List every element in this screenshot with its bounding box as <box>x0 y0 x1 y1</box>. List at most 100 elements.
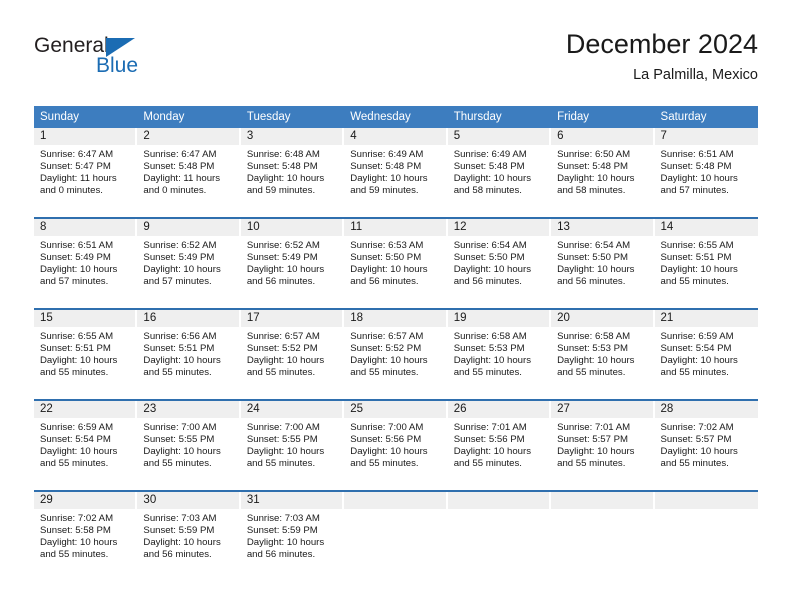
day-number: 4 <box>344 128 446 145</box>
day-cell-17[interactable]: 17 Sunrise: 6:57 AM Sunset: 5:52 PM Dayligh… <box>240 310 345 399</box>
week-row: 22 Sunrise: 6:59 AM Sunset: 5:54 PM Dayligh… <box>34 399 758 490</box>
day-details <box>448 509 549 513</box>
day-cell-empty <box>344 492 448 581</box>
day-number: 30 <box>137 492 239 509</box>
daylight-text-line2: and 56 minutes. <box>246 276 316 288</box>
day-cell-12[interactable]: 12 Sunrise: 6:54 AM Sunset: 5:50 PM Dayligh… <box>447 219 552 308</box>
day-number: 13 <box>551 219 653 236</box>
day-cell-24[interactable]: 24 Sunrise: 7:00 AM Sunset: 5:55 PM Dayligh… <box>240 401 345 490</box>
sunrise-text: Sunrise: 6:51 AM <box>660 149 734 160</box>
day-number <box>654 492 758 509</box>
daylight-text-line1: Daylight: 10 hours <box>246 446 325 458</box>
daylight-text-line1: Daylight: 10 hours <box>246 355 325 367</box>
sunrise-text: Sunrise: 7:03 AM <box>143 513 217 524</box>
day-details: Sunrise: 7:00 AM Sunset: 5:55 PM Daylight:… <box>137 418 238 470</box>
day-number: 20 <box>551 310 653 327</box>
weekday-header-saturday: Saturday <box>660 111 707 123</box>
day-cell-16[interactable]: 16 Sunrise: 6:56 AM Sunset: 5:51 PM Dayligh… <box>137 310 241 399</box>
day-cell-1[interactable]: 1 Sunrise: 6:47 AM Sunset: 5:47 PM Daylight… <box>34 128 138 217</box>
daylight-text-line1: Daylight: 10 hours <box>453 173 532 185</box>
daylight-text-line1: Daylight: 10 hours <box>660 173 738 185</box>
sunrise-text: Sunrise: 6:50 AM <box>557 149 631 160</box>
day-cell-9[interactable]: 9 Sunrise: 6:52 AM Sunset: 5:49 PM Daylight… <box>137 219 241 308</box>
title-block: December 2024 La Palmilla, Mexico <box>566 28 758 85</box>
day-number: 28 <box>654 401 758 418</box>
daylight-text-line2: and 56 minutes. <box>557 276 626 288</box>
daylight-text-line2: and 55 minutes. <box>40 458 109 470</box>
day-cell-21[interactable]: 21 Sunrise: 6:59 AM Sunset: 5:54 PM Dayligh… <box>654 310 758 399</box>
day-details: Sunrise: 7:03 AM Sunset: 5:59 PM Daylight:… <box>241 509 342 561</box>
daylight-text-line1: Daylight: 10 hours <box>557 264 635 276</box>
sunset-text: Sunset: 5:53 PM <box>557 343 629 355</box>
sunset-text: Sunset: 5:50 PM <box>453 252 525 264</box>
day-number: 10 <box>240 219 343 236</box>
day-cell-11[interactable]: 11 Sunrise: 6:53 AM Sunset: 5:50 PM Dayligh… <box>344 219 448 308</box>
day-cell-23[interactable]: 23 Sunrise: 7:00 AM Sunset: 5:55 PM Dayligh… <box>137 401 241 490</box>
day-number: 11 <box>344 219 446 236</box>
day-cell-4[interactable]: 4 Sunrise: 6:49 AM Sunset: 5:48 PM Daylight… <box>344 128 448 217</box>
day-cell-25[interactable]: 25 Sunrise: 7:00 AM Sunset: 5:56 PM Dayligh… <box>344 401 448 490</box>
day-cell-15[interactable]: 15 Sunrise: 6:55 AM Sunset: 5:51 PM Dayligh… <box>34 310 138 399</box>
daylight-text-line2: and 55 minutes. <box>40 549 109 561</box>
sunrise-text: Sunrise: 6:52 AM <box>143 240 217 251</box>
day-cell-18[interactable]: 18 Sunrise: 6:57 AM Sunset: 5:52 PM Dayligh… <box>344 310 448 399</box>
daylight-text-line1: Daylight: 10 hours <box>557 446 635 458</box>
day-cell-8[interactable]: 8 Sunrise: 6:51 AM Sunset: 5:49 PM Daylight… <box>34 219 138 308</box>
weekday-header-row: Sunday Monday Tuesday Wednesday Thursday Frid… <box>34 106 758 128</box>
day-cell-31[interactable]: 31 Sunrise: 7:03 AM Sunset: 5:59 PM Dayligh… <box>240 492 345 581</box>
daylight-text-line2: and 58 minutes. <box>453 185 522 197</box>
day-cell-27[interactable]: 27 Sunrise: 7:01 AM Sunset: 5:57 PM Dayligh… <box>551 401 655 490</box>
day-cell-3[interactable]: 3 Sunrise: 6:48 AM Sunset: 5:48 PM Daylight… <box>240 128 345 217</box>
day-details: Sunrise: 6:58 AM Sunset: 5:53 PM Daylight:… <box>551 327 652 379</box>
sunset-text: Sunset: 5:56 PM <box>350 434 422 446</box>
daylight-text-line2: and 55 minutes. <box>557 367 626 379</box>
day-details: Sunrise: 7:02 AM Sunset: 5:57 PM Daylight:… <box>655 418 758 470</box>
day-number: 2 <box>137 128 239 145</box>
daylight-text-line2: and 58 minutes. <box>557 185 626 197</box>
week-row: 1 Sunrise: 6:47 AM Sunset: 5:47 PM Daylight… <box>34 128 758 217</box>
sunset-text: Sunset: 5:50 PM <box>557 252 629 264</box>
sunset-text: Sunset: 5:57 PM <box>557 434 629 446</box>
sunrise-text: Sunrise: 6:55 AM <box>40 331 114 342</box>
daylight-text-line1: Daylight: 11 hours <box>40 173 117 185</box>
sunrise-text: Sunrise: 6:59 AM <box>40 422 114 433</box>
sunset-text: Sunset: 5:48 PM <box>453 161 525 173</box>
day-details: Sunrise: 6:47 AM Sunset: 5:47 PM Daylight:… <box>34 145 135 197</box>
page-header: General Blue December 2024 La Palmilla, … <box>34 28 758 90</box>
sunrise-text: Sunrise: 6:57 AM <box>350 331 424 342</box>
week-row: 8 Sunrise: 6:51 AM Sunset: 5:49 PM Daylight… <box>34 217 758 308</box>
day-details: Sunrise: 6:51 AM Sunset: 5:49 PM Daylight:… <box>34 236 135 288</box>
daylight-text-line2: and 55 minutes. <box>453 367 522 379</box>
general-blue-logo[interactable]: General Blue <box>34 34 234 86</box>
day-cell-2[interactable]: 2 Sunrise: 6:47 AM Sunset: 5:48 PM Daylight… <box>137 128 241 217</box>
day-cell-7[interactable]: 7 Sunrise: 6:51 AM Sunset: 5:48 PM Daylight… <box>654 128 758 217</box>
sunset-text: Sunset: 5:51 PM <box>143 343 215 355</box>
sunrise-text: Sunrise: 7:02 AM <box>40 513 114 524</box>
day-details: Sunrise: 6:50 AM Sunset: 5:48 PM Daylight:… <box>551 145 652 197</box>
sunrise-text: Sunrise: 7:02 AM <box>660 422 734 433</box>
day-cell-30[interactable]: 30 Sunrise: 7:03 AM Sunset: 5:59 PM Dayligh… <box>137 492 241 581</box>
day-details: Sunrise: 6:51 AM Sunset: 5:48 PM Daylight:… <box>655 145 758 197</box>
weekday-header-thursday: Thursday <box>453 111 502 123</box>
day-cell-22[interactable]: 22 Sunrise: 6:59 AM Sunset: 5:54 PM Dayligh… <box>34 401 138 490</box>
day-cell-28[interactable]: 28 Sunrise: 7:02 AM Sunset: 5:57 PM Dayligh… <box>654 401 758 490</box>
day-cell-6[interactable]: 6 Sunrise: 6:50 AM Sunset: 5:48 PM Daylight… <box>551 128 655 217</box>
day-number: 18 <box>344 310 446 327</box>
day-number: 17 <box>240 310 343 327</box>
daylight-text-line2: and 55 minutes. <box>557 458 626 470</box>
daylight-text-line1: Daylight: 10 hours <box>40 355 118 367</box>
daylight-text-line1: Daylight: 10 hours <box>246 173 325 185</box>
day-cell-26[interactable]: 26 Sunrise: 7:01 AM Sunset: 5:56 PM Dayligh… <box>447 401 552 490</box>
sunset-text: Sunset: 5:48 PM <box>660 161 732 173</box>
sunrise-text: Sunrise: 6:51 AM <box>40 240 114 251</box>
day-cell-14[interactable]: 14 Sunrise: 6:55 AM Sunset: 5:51 PM Dayligh… <box>654 219 758 308</box>
day-cell-19[interactable]: 19 Sunrise: 6:58 AM Sunset: 5:53 PM Dayligh… <box>447 310 552 399</box>
day-cell-20[interactable]: 20 Sunrise: 6:58 AM Sunset: 5:53 PM Dayligh… <box>551 310 655 399</box>
day-number: 24 <box>240 401 343 418</box>
day-cell-29[interactable]: 29 Sunrise: 7:02 AM Sunset: 5:58 PM Dayligh… <box>34 492 138 581</box>
day-cell-5[interactable]: 5 Sunrise: 6:49 AM Sunset: 5:48 PM Daylight… <box>447 128 552 217</box>
sunset-text: Sunset: 5:54 PM <box>40 434 111 446</box>
day-cell-10[interactable]: 10 Sunrise: 6:52 AM Sunset: 5:49 PM Dayligh… <box>240 219 345 308</box>
daylight-text-line2: and 55 minutes. <box>143 458 212 470</box>
day-cell-13[interactable]: 13 Sunrise: 6:54 AM Sunset: 5:50 PM Dayligh… <box>551 219 655 308</box>
